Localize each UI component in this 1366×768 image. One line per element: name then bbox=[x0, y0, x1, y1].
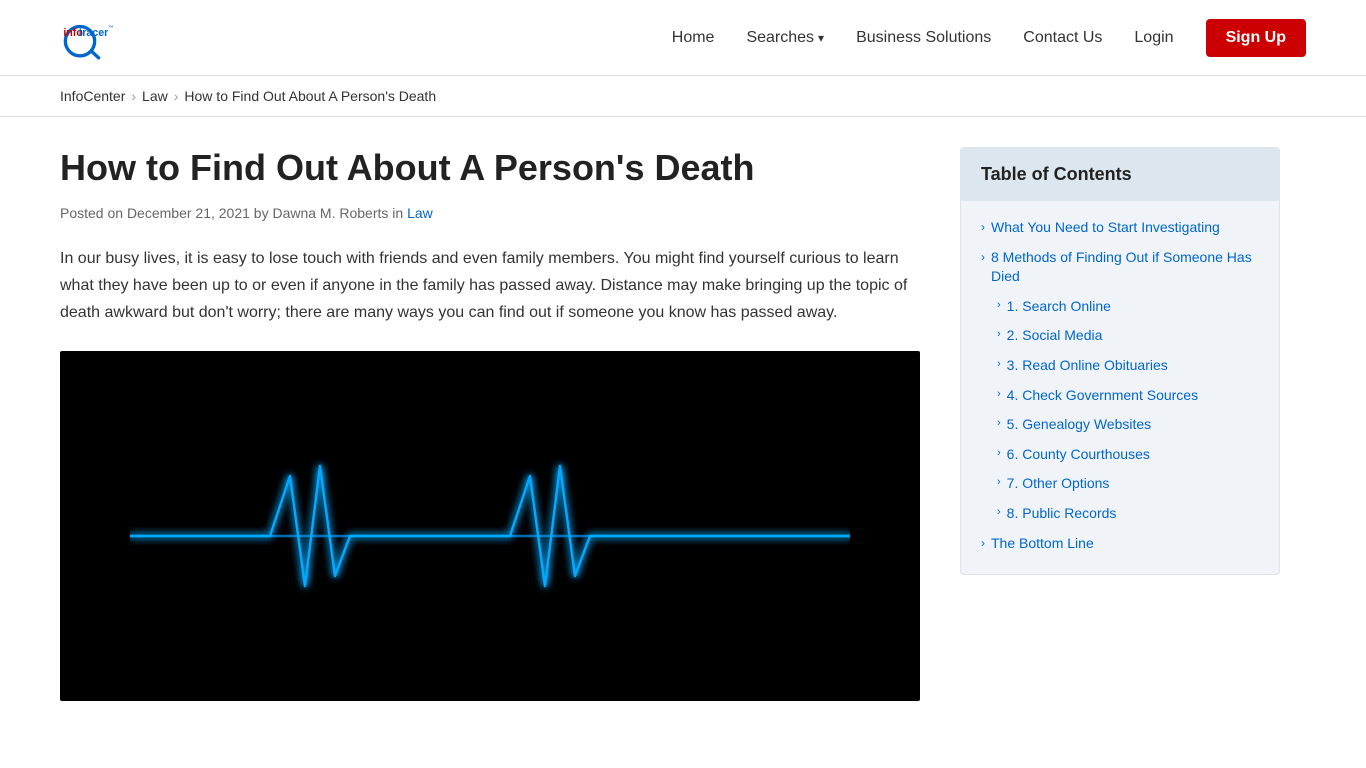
toc-item-3: › 2. Social Media bbox=[961, 321, 1279, 351]
breadcrumb-separator-2: › bbox=[174, 88, 179, 104]
toc-chevron-icon: › bbox=[981, 220, 985, 234]
toc-chevron-icon: › bbox=[981, 250, 985, 264]
signup-button[interactable]: Sign Up bbox=[1206, 19, 1306, 57]
breadcrumb: InfoCenter › Law › How to Find Out About… bbox=[0, 76, 1366, 117]
toc-link-10[interactable]: The Bottom Line bbox=[991, 534, 1094, 554]
breadcrumb-current: How to Find Out About A Person's Death bbox=[184, 88, 436, 104]
toc-link-3[interactable]: 2. Social Media bbox=[1007, 326, 1103, 346]
breadcrumb-separator-1: › bbox=[131, 88, 136, 104]
site-header: info tracer ™ Home Searches ▾ Business S… bbox=[0, 0, 1366, 76]
toc-chevron-icon: › bbox=[997, 388, 1001, 400]
toc-link-0[interactable]: What You Need to Start Investigating bbox=[991, 218, 1220, 238]
nav-business-solutions[interactable]: Business Solutions bbox=[856, 29, 991, 47]
toc-item-6: › 5. Genealogy Websites bbox=[961, 410, 1279, 440]
toc-link-5[interactable]: 4. Check Government Sources bbox=[1007, 386, 1198, 406]
toc-item-1: › 8 Methods of Finding Out if Someone Ha… bbox=[961, 243, 1279, 292]
toc-chevron-icon: › bbox=[997, 506, 1001, 518]
toc-link-2[interactable]: 1. Search Online bbox=[1007, 297, 1111, 317]
toc-link-8[interactable]: 7. Other Options bbox=[1007, 474, 1110, 494]
main-layout: How to Find Out About A Person's Death P… bbox=[0, 117, 1366, 731]
svg-text:™: ™ bbox=[108, 25, 113, 31]
toc-item-7: › 6. County Courthouses bbox=[961, 440, 1279, 470]
toc-header: Table of Contents bbox=[961, 148, 1279, 201]
svg-text:tracer: tracer bbox=[79, 27, 109, 39]
article: How to Find Out About A Person's Death P… bbox=[60, 147, 920, 701]
login-button[interactable]: Login bbox=[1134, 29, 1173, 47]
toc-link-9[interactable]: 8. Public Records bbox=[1007, 504, 1117, 524]
nav-contact-us[interactable]: Contact Us bbox=[1023, 29, 1102, 47]
toc-chevron-icon: › bbox=[981, 536, 985, 550]
toc-item-0: › What You Need to Start Investigating bbox=[961, 213, 1279, 243]
searches-chevron-icon: ▾ bbox=[818, 31, 824, 45]
article-image bbox=[60, 351, 920, 701]
toc-chevron-icon: › bbox=[997, 328, 1001, 340]
toc-link-4[interactable]: 3. Read Online Obituaries bbox=[1007, 356, 1168, 376]
main-nav: Home Searches ▾ Business Solutions Conta… bbox=[672, 19, 1306, 57]
toc-item-10: › The Bottom Line bbox=[961, 529, 1279, 559]
toc-link-1[interactable]: 8 Methods of Finding Out if Someone Has … bbox=[991, 248, 1259, 287]
nav-searches[interactable]: Searches ▾ bbox=[746, 29, 824, 47]
article-meta: Posted on December 21, 2021 by Dawna M. … bbox=[60, 205, 920, 221]
toc-item-2: › 1. Search Online bbox=[961, 292, 1279, 322]
toc-chevron-icon: › bbox=[997, 476, 1001, 488]
toc-item-4: › 3. Read Online Obituaries bbox=[961, 351, 1279, 381]
toc-link-6[interactable]: 5. Genealogy Websites bbox=[1007, 415, 1152, 435]
breadcrumb-infocenter[interactable]: InfoCenter bbox=[60, 88, 125, 104]
article-title: How to Find Out About A Person's Death bbox=[60, 147, 920, 189]
toc-item-5: › 4. Check Government Sources bbox=[961, 381, 1279, 411]
breadcrumb-law[interactable]: Law bbox=[142, 88, 168, 104]
toc-item-8: › 7. Other Options bbox=[961, 469, 1279, 499]
logo[interactable]: info tracer ™ bbox=[60, 10, 120, 65]
toc-chevron-icon: › bbox=[997, 447, 1001, 459]
toc-chevron-icon: › bbox=[997, 358, 1001, 370]
sidebar: Table of Contents › What You Need to Sta… bbox=[960, 147, 1280, 701]
nav-home[interactable]: Home bbox=[672, 29, 715, 47]
article-category-link[interactable]: Law bbox=[407, 205, 433, 221]
toc-chevron-icon: › bbox=[997, 299, 1001, 311]
article-intro: In our busy lives, it is easy to lose to… bbox=[60, 245, 920, 327]
toc-link-7[interactable]: 6. County Courthouses bbox=[1007, 445, 1150, 465]
toc-chevron-icon: › bbox=[997, 417, 1001, 429]
table-of-contents: Table of Contents › What You Need to Sta… bbox=[960, 147, 1280, 575]
toc-item-9: › 8. Public Records bbox=[961, 499, 1279, 529]
